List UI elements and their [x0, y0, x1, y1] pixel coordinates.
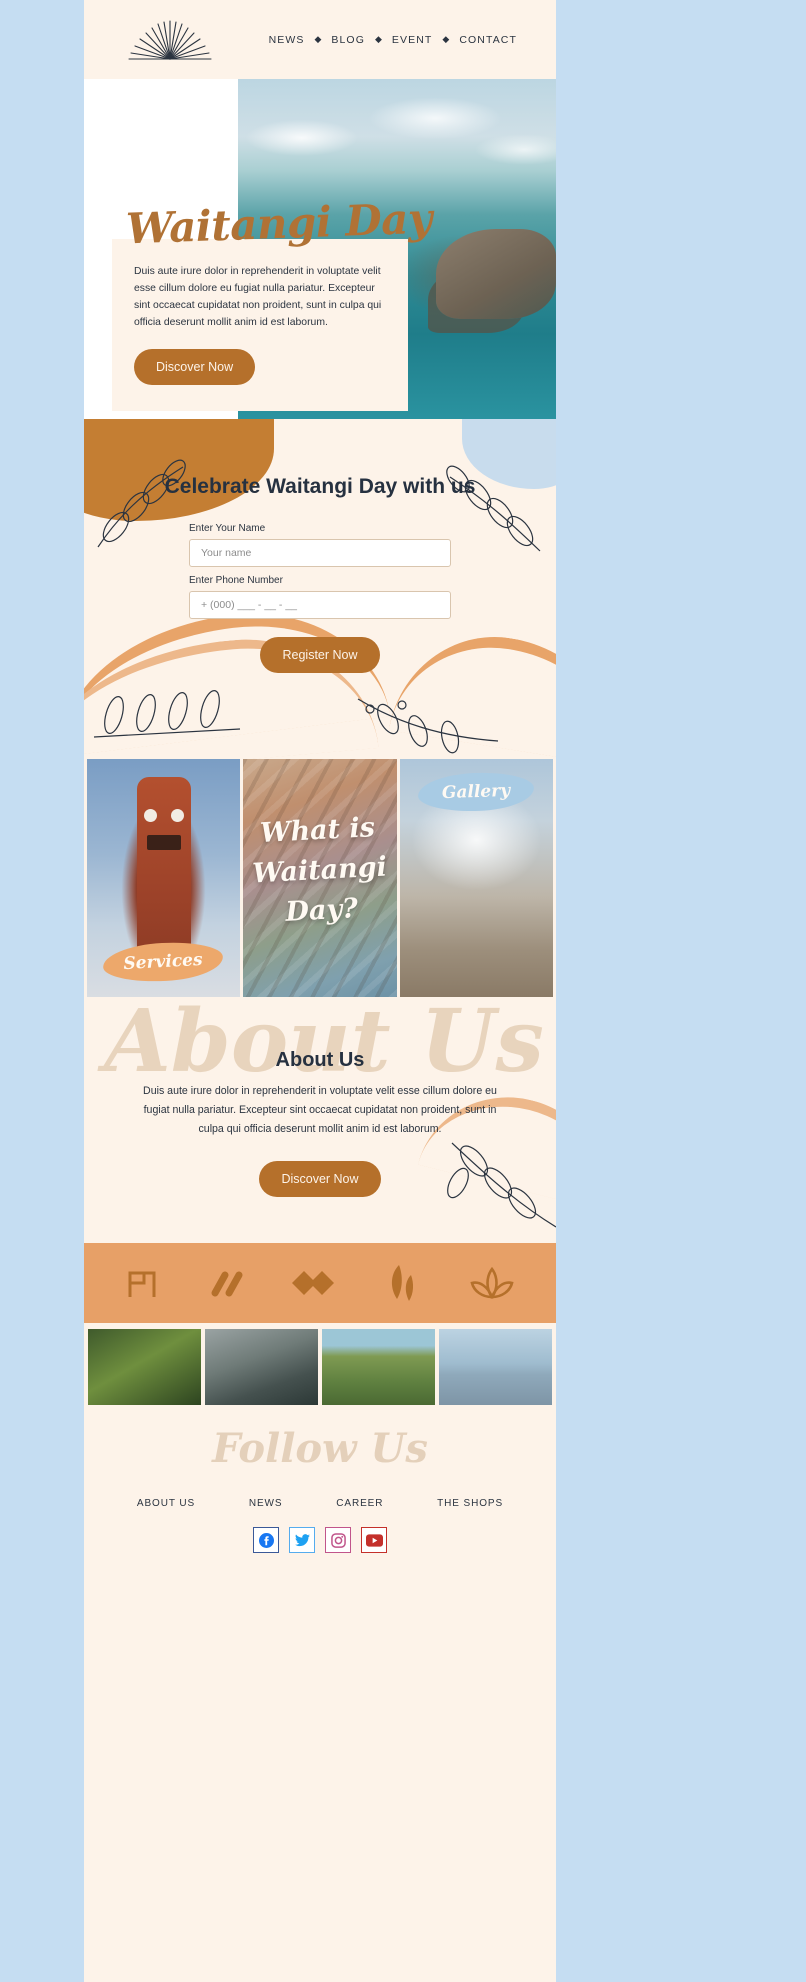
footer-link-news[interactable]: NEWS	[249, 1498, 283, 1509]
thumbnail-coast[interactable]	[439, 1329, 552, 1405]
name-field-group: Enter Your Name	[189, 523, 451, 567]
instagram-icon[interactable]	[325, 1527, 351, 1553]
registration-form: Celebrate Waitangi Day with us Enter You…	[84, 419, 556, 673]
tiki-statue-graphic	[461, 851, 491, 955]
site-footer: Follow Us ABOUT US NEWS CAREER THE SHOPS	[84, 1411, 556, 1591]
thumbnail-strip	[84, 1323, 556, 1411]
double-slash-icon	[211, 1271, 243, 1297]
footer-link-about-us[interactable]: ABOUT US	[137, 1498, 195, 1509]
leaf-branch-icon	[357, 698, 499, 754]
page-root: NEWS ◆ BLOG ◆ EVENT ◆ CONTACT Duis aute …	[0, 0, 806, 1982]
nav-item-event[interactable]: EVENT	[383, 34, 442, 46]
name-field-label: Enter Your Name	[189, 523, 266, 534]
nav-item-news[interactable]: NEWS	[260, 34, 314, 46]
card-badge-gallery: Gallery	[417, 770, 535, 814]
phone-input[interactable]	[189, 591, 451, 619]
double-diamond-icon	[291, 1271, 334, 1295]
nav-separator: ◆	[442, 34, 450, 44]
about-discover-now-button[interactable]: Discover Now	[259, 1161, 381, 1197]
registration-section: Celebrate Waitangi Day with us Enter You…	[84, 419, 556, 759]
gallery-cards: Services What is Waitangi Day? Gallery	[84, 759, 556, 997]
phone-field-group: Enter Phone Number	[189, 575, 451, 619]
thumbnail-fern[interactable]	[88, 1329, 201, 1405]
card-services[interactable]: Services	[87, 759, 241, 997]
footer-nav: ABOUT US NEWS CAREER THE SHOPS	[84, 1472, 556, 1509]
twitter-icon[interactable]	[289, 1527, 315, 1553]
hero-body-text: Duis aute irure dolor in reprehenderit i…	[134, 266, 382, 328]
thumbnail-cave[interactable]	[205, 1329, 318, 1405]
about-title: About Us	[275, 1049, 365, 1071]
about-body-text: Duis aute irure dolor in reprehenderit i…	[143, 1085, 497, 1135]
hero-section: Duis aute irure dolor in reprehenderit i…	[84, 79, 556, 419]
leaf-pair-icon	[392, 1265, 414, 1301]
footer-link-career[interactable]: CAREER	[336, 1498, 383, 1509]
hero-discover-now-button[interactable]: Discover Now	[134, 349, 256, 385]
form-title: Celebrate Waitangi Day with us	[164, 475, 476, 498]
hero-card: Duis aute irure dolor in reprehenderit i…	[112, 239, 408, 411]
card-gallery[interactable]: Gallery	[399, 759, 553, 997]
youtube-icon[interactable]	[361, 1527, 387, 1553]
lotus-icon	[470, 1266, 514, 1300]
sunburst-icon	[128, 19, 212, 60]
form-actions: Register Now	[84, 637, 556, 673]
nav-separator: ◆	[314, 34, 322, 44]
about-content: About Us Duis aute irure dolor in repreh…	[84, 997, 556, 1197]
card-title: What is Waitangi Day?	[252, 812, 388, 928]
footer-link-the-shops[interactable]: THE SHOPS	[437, 1498, 503, 1509]
monogram-r-icon	[128, 1271, 156, 1297]
main-nav: NEWS ◆ BLOG ◆ EVENT ◆ CONTACT	[260, 34, 534, 46]
facebook-icon[interactable]	[253, 1527, 279, 1553]
card-badge-services: Services	[102, 939, 224, 985]
thumbnail-hillside[interactable]	[322, 1329, 435, 1405]
leaf-branch-icon	[93, 690, 241, 738]
social-links	[84, 1527, 556, 1553]
name-input[interactable]	[189, 539, 451, 567]
follow-us-heading: Follow Us	[212, 1425, 428, 1472]
phone-field-label: Enter Phone Number	[189, 575, 283, 586]
about-section: About Us About Us Duis aute irure dolor …	[84, 997, 556, 1243]
card-what-is-waitangi-day[interactable]: What is Waitangi Day?	[243, 759, 397, 997]
icon-strip	[84, 1243, 556, 1323]
nav-item-contact[interactable]: CONTACT	[450, 34, 526, 46]
email-canvas: NEWS ◆ BLOG ◆ EVENT ◆ CONTACT Duis aute …	[84, 0, 556, 1982]
register-now-button[interactable]: Register Now	[260, 637, 380, 673]
site-header: NEWS ◆ BLOG ◆ EVENT ◆ CONTACT	[84, 0, 556, 79]
nav-separator: ◆	[374, 34, 382, 44]
nav-item-blog[interactable]: BLOG	[322, 34, 374, 46]
